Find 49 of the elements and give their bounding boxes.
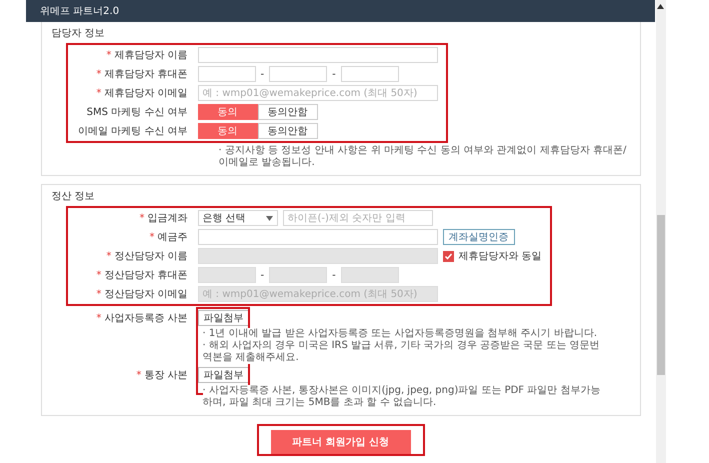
field-label: 제휴담당자 이름 <box>114 49 188 62</box>
field-label: SMS 마케팅 수신 여부 <box>86 106 188 119</box>
attach-file-button[interactable]: 파일첨부 <box>198 367 250 383</box>
toggle-option[interactable]: 동의안함 <box>258 104 318 120</box>
note-text: · 공지사항 등 정보성 안내 사항은 위 마케팅 수신 동의 여부와 관계없이 제휴담당자 휴대폰/이메일로 발송됩니다. <box>218 145 630 169</box>
field-label: 제휴담당자 휴대폰 <box>104 68 188 81</box>
separator: - <box>260 270 264 280</box>
separator: - <box>260 68 264 80</box>
separator: - <box>332 270 336 280</box>
field-label: 이메일 마케팅 수신 여부 <box>78 125 188 138</box>
field-label: 정산담당자 이메일 <box>104 288 188 301</box>
separator: - <box>332 68 336 80</box>
input-field[interactable] <box>198 229 438 245</box>
required-mark: * <box>140 212 144 224</box>
attach-file-button[interactable]: 파일첨부 <box>198 310 250 326</box>
section-title: 담당자 정보 <box>52 27 105 40</box>
required-mark: * <box>106 250 112 262</box>
scrollbar[interactable] <box>656 0 666 463</box>
field-label: 예금주 <box>158 231 188 244</box>
verify-button[interactable]: 계좌실명인증 <box>442 229 514 245</box>
input-field[interactable]: 예 : wmp01@wemakeprice.com (최대 50자) <box>198 85 438 101</box>
field-label: 통장 사본 <box>144 369 188 382</box>
bank-select[interactable]: 은행 선택 <box>198 210 278 226</box>
required-mark: * <box>136 370 142 380</box>
required-mark: * <box>96 312 102 324</box>
required-mark: * <box>150 232 154 242</box>
input-field[interactable]: 하이픈(-)제외 숫자만 입력 <box>282 210 432 226</box>
required-mark: * <box>96 88 102 98</box>
required-mark: * <box>96 270 102 280</box>
section-title: 정산 정보 <box>52 190 95 203</box>
checkbox-label: 제휴담당자와 동일 <box>458 250 542 263</box>
scroll-up-icon[interactable] <box>657 4 664 9</box>
scroll-thumb[interactable] <box>657 215 665 375</box>
toggle-option[interactable]: 동의안함 <box>258 123 318 139</box>
input-field[interactable] <box>269 66 328 82</box>
field-label: 제휴담당자 이메일 <box>104 87 188 100</box>
required-mark: * <box>96 68 102 80</box>
input-field[interactable] <box>340 66 399 82</box>
caret-icon <box>266 216 272 220</box>
required-mark: * <box>96 288 102 300</box>
input-field[interactable] <box>198 66 256 82</box>
note-text: · 사업자등록증 사본, 통장사본은 이미지(jpg, jpeg, png)파일 또는 PDF 파일만 첨부가능하며, 파일 최대 크기는 5MB를 초과 할 수 없습니다. <box>202 385 602 409</box>
required-mark: * <box>106 50 112 60</box>
input-field[interactable] <box>198 47 438 63</box>
field-label: 정산담당자 휴대폰 <box>104 269 188 282</box>
field-label: 입금계좌 <box>148 212 188 225</box>
field-label: 정산담당자 이름 <box>114 250 188 263</box>
field-label: 사업자등록증 사본 <box>104 312 188 325</box>
window-title: 위메프 파트너2.0 <box>40 5 120 18</box>
